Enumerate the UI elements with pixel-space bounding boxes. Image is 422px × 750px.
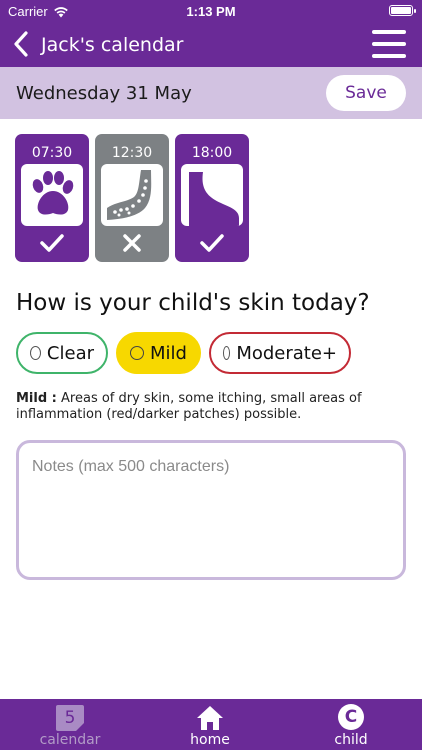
- tab-calendar[interactable]: 5 calendar: [20, 699, 120, 750]
- page-title: Jack's calendar: [41, 34, 184, 56]
- child-icon: C: [338, 704, 364, 730]
- chevron-left-icon[interactable]: [12, 30, 30, 58]
- option-mild[interactable]: Mild: [116, 332, 201, 374]
- radio-icon: [30, 346, 41, 360]
- date-bar: Wednesday 31 May Save: [0, 67, 422, 119]
- slot-time: 07:30: [31, 145, 73, 161]
- tab-bar: 5 calendar home C child: [0, 699, 422, 750]
- description-term: Mild: [16, 391, 48, 406]
- time-slot-card-1230[interactable]: 12:30: [95, 134, 169, 262]
- slot-time: 18:00: [191, 145, 233, 161]
- notes-placeholder: Notes (max 500 characters): [32, 458, 230, 475]
- radio-icon: [223, 346, 231, 360]
- tab-label: child: [334, 732, 368, 748]
- battery-icon: [389, 5, 416, 16]
- tab-label: home: [190, 732, 230, 748]
- option-label: Mild: [150, 342, 187, 364]
- option-moderate[interactable]: Moderate+: [209, 332, 351, 374]
- tab-home[interactable]: home: [160, 699, 260, 750]
- foot-icon: [189, 172, 239, 226]
- description-text: Areas of dry skin, some itching, small a…: [16, 391, 362, 422]
- status-time: 1:13 PM: [186, 4, 236, 19]
- notes-field[interactable]: Notes (max 500 characters): [16, 440, 406, 580]
- calendar-icon: 5: [56, 705, 84, 731]
- paw-icon: [32, 171, 74, 215]
- home-icon: [197, 706, 223, 730]
- tab-child[interactable]: C child: [301, 699, 401, 750]
- status-bar: Carrier 1:13 PM: [0, 0, 422, 22]
- description-separator: :: [47, 391, 57, 406]
- slot-time: 12:30: [111, 145, 153, 161]
- slot-image: [101, 164, 163, 226]
- time-slot-cards: 07:30 12:30 18:00: [15, 134, 249, 262]
- checkmark-icon: [40, 234, 64, 252]
- hamburger-menu-icon[interactable]: [372, 30, 406, 58]
- save-button[interactable]: Save: [326, 75, 406, 111]
- time-slot-card-0730[interactable]: 07:30: [15, 134, 89, 262]
- checkmark-icon: [200, 234, 224, 252]
- severity-description: Mild : Areas of dry skin, some itching, …: [16, 391, 411, 423]
- nav-header: Carrier 1:13 PM Jack's calendar: [0, 0, 422, 67]
- slot-image: [181, 164, 243, 226]
- tab-label: calendar: [39, 732, 101, 748]
- skin-question: How is your child's skin today?: [16, 290, 370, 316]
- arm-icon: [107, 170, 152, 220]
- severity-options: Clear Mild Moderate+: [16, 332, 351, 374]
- time-slot-card-1800[interactable]: 18:00: [175, 134, 249, 262]
- option-clear[interactable]: Clear: [16, 332, 108, 374]
- slot-image: [21, 164, 83, 226]
- radio-icon: [130, 346, 144, 360]
- cross-icon: [123, 234, 141, 252]
- option-label: Moderate+: [236, 342, 337, 364]
- current-date: Wednesday 31 May: [16, 83, 192, 104]
- option-label: Clear: [46, 342, 94, 364]
